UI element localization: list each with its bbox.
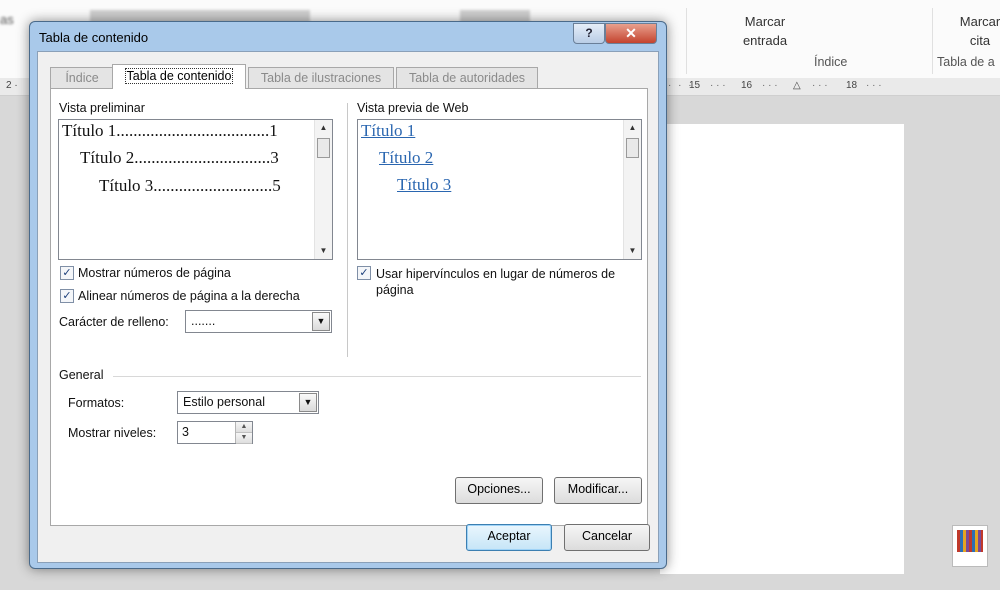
help-button[interactable]: ? bbox=[573, 23, 605, 44]
use-hyperlinks-label: Usar hipervínculos en lugar de números d… bbox=[376, 267, 616, 297]
scroll-down-icon[interactable]: ▼ bbox=[315, 243, 332, 259]
close-button[interactable]: ✕ bbox=[605, 23, 657, 44]
toc-entry-3: Título 3............................5 bbox=[99, 176, 281, 195]
tab-leader-label: Carácter de relleno: bbox=[59, 315, 169, 329]
tab-label: Tabla de autoridades bbox=[408, 71, 526, 85]
ruler-tick: 2 · bbox=[6, 80, 18, 91]
scroll-up-icon[interactable]: ▲ bbox=[624, 120, 641, 136]
ruler-tick: 15 bbox=[689, 80, 701, 91]
web-link-1[interactable]: Título 1 bbox=[361, 121, 415, 141]
marcar-cita-button[interactable]: Marcar cita bbox=[950, 12, 1000, 50]
web-preview-label: Vista previa de Web bbox=[357, 101, 469, 115]
toc-dialog: Tabla de contenido ? ✕ Índice Tabla de c… bbox=[29, 21, 667, 569]
ribbon-separator-2 bbox=[932, 8, 933, 74]
web-link-3[interactable]: Título 3 bbox=[397, 175, 451, 195]
ribbon-fragment: as bbox=[0, 12, 14, 27]
column-divider bbox=[347, 103, 348, 357]
watermark-logo bbox=[952, 525, 988, 567]
formats-value: Estilo personal bbox=[183, 395, 265, 409]
web-link-2[interactable]: Título 2 bbox=[379, 148, 433, 168]
formats-label: Formatos: bbox=[68, 396, 125, 410]
tab-label: Tabla de contenido bbox=[124, 68, 234, 84]
ruler-dots: · · · bbox=[762, 80, 778, 91]
tab-panel: Vista preliminar Título 1...............… bbox=[50, 88, 648, 526]
tab-leader-value: ....... bbox=[191, 314, 216, 328]
tab-tabla-autoridades[interactable]: Tabla de autoridades bbox=[396, 67, 538, 88]
stepper-up-icon[interactable]: ▲ bbox=[236, 422, 252, 433]
ruler-tick: 18 bbox=[846, 80, 858, 91]
ruler-tick: 16 bbox=[741, 80, 753, 91]
scroll-up-icon[interactable]: ▲ bbox=[315, 120, 332, 136]
cancel-button[interactable]: Cancelar bbox=[564, 524, 650, 551]
chevron-down-icon[interactable]: ▼ bbox=[299, 393, 317, 412]
scroll-down-icon[interactable]: ▼ bbox=[624, 243, 641, 259]
indice-group-label: Índice bbox=[814, 55, 848, 69]
general-separator bbox=[113, 376, 641, 377]
print-preview-label: Vista preliminar bbox=[59, 101, 145, 115]
formats-select[interactable]: Estilo personal ▼ bbox=[177, 391, 319, 414]
general-section-label: General bbox=[59, 368, 104, 382]
show-page-numbers-checkbox[interactable]: ✓ bbox=[60, 266, 74, 280]
dialog-client: Índice Tabla de contenido Tabla de ilust… bbox=[37, 51, 659, 563]
show-page-numbers-label: Mostrar números de página bbox=[78, 266, 231, 280]
web-preview-box: Título 1 Título 2 Título 3 ▲ ▼ bbox=[357, 119, 642, 260]
levels-stepper[interactable]: 3 ▲ ▼ bbox=[177, 421, 253, 444]
modify-button[interactable]: Modificar... bbox=[554, 477, 642, 504]
tab-tabla-ilustraciones[interactable]: Tabla de ilustraciones bbox=[248, 67, 394, 88]
ruler-dots: · · · bbox=[710, 80, 726, 91]
tab-tabla-contenido[interactable]: Tabla de contenido bbox=[112, 64, 246, 89]
document-page[interactable] bbox=[660, 124, 904, 574]
chevron-down-icon[interactable]: ▼ bbox=[312, 312, 330, 331]
align-right-checkbox[interactable]: ✓ bbox=[60, 289, 74, 303]
toc-entry-1: Título 1................................… bbox=[62, 121, 278, 140]
stepper-down-icon[interactable]: ▼ bbox=[236, 433, 252, 444]
tabla-autoridades-group-label: Tabla de a bbox=[937, 55, 995, 69]
print-preview-box: Título 1................................… bbox=[58, 119, 333, 260]
ruler-dots: · · · bbox=[866, 80, 882, 91]
tab-label: Tabla de ilustraciones bbox=[260, 71, 382, 85]
tab-leader-select[interactable]: ....... ▼ bbox=[185, 310, 332, 333]
align-right-label: Alinear números de página a la derecha bbox=[78, 289, 300, 303]
preview-scrollbar[interactable]: ▲ ▼ bbox=[314, 120, 332, 259]
scroll-thumb[interactable] bbox=[317, 138, 330, 158]
use-hyperlinks-checkbox[interactable]: ✓ bbox=[357, 266, 371, 280]
levels-value: 3 bbox=[182, 425, 189, 439]
indent-marker-icon[interactable]: △ bbox=[793, 80, 801, 91]
marcar-entrada-button[interactable]: Marcar entrada bbox=[735, 12, 795, 50]
toc-entry-2: Título 2................................… bbox=[80, 148, 279, 167]
levels-label: Mostrar niveles: bbox=[68, 426, 157, 440]
tab-indice[interactable]: Índice bbox=[50, 67, 114, 88]
ok-button[interactable]: Aceptar bbox=[466, 524, 552, 551]
scroll-thumb[interactable] bbox=[626, 138, 639, 158]
logo-bars-icon bbox=[957, 530, 983, 552]
ribbon-separator bbox=[686, 8, 687, 74]
ruler-dots: · · · bbox=[812, 80, 828, 91]
web-preview-scrollbar[interactable]: ▲ ▼ bbox=[623, 120, 641, 259]
dialog-title: Tabla de contenido bbox=[39, 30, 149, 45]
tab-label: Índice bbox=[65, 71, 99, 85]
options-button[interactable]: Opciones... bbox=[455, 477, 543, 504]
stepper-buttons[interactable]: ▲ ▼ bbox=[235, 422, 252, 444]
